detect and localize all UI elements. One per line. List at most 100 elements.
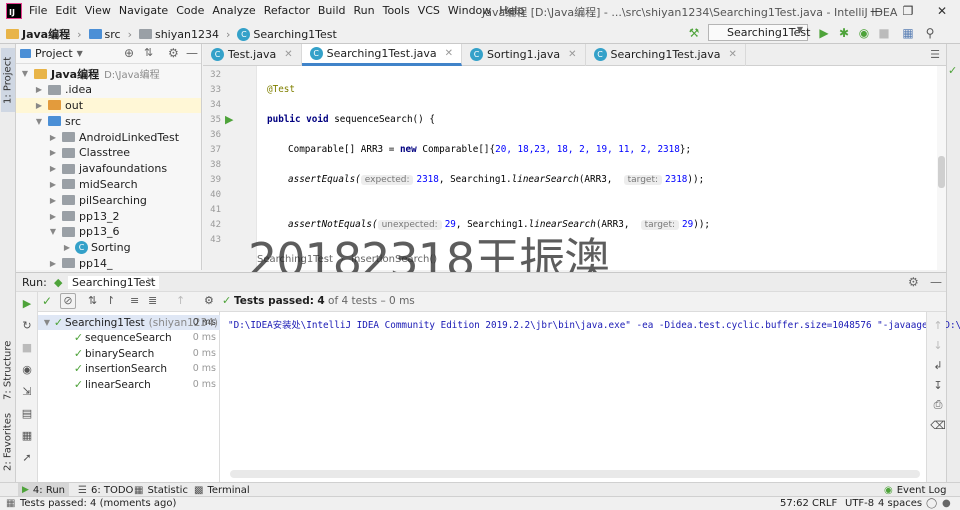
breadcrumb-src[interactable]: src bbox=[105, 28, 121, 41]
print-icon[interactable]: ⎙ bbox=[931, 398, 945, 412]
console-output[interactable]: "D:\IDEA安装处\IntelliJ IDEA Community Edit… bbox=[220, 312, 960, 482]
debug-icon[interactable]: ✱ bbox=[836, 25, 852, 41]
run-configuration-select[interactable]: Searching1Test ▼ bbox=[708, 24, 810, 41]
pin-icon[interactable]: ➚ bbox=[20, 450, 34, 464]
stop-icon[interactable]: ■ bbox=[20, 340, 34, 354]
scrollbar-thumb[interactable] bbox=[938, 156, 945, 188]
tree-item[interactable]: ▶ out bbox=[16, 97, 201, 114]
tree-item[interactable]: ▶ pp14_ bbox=[16, 256, 201, 272]
previous-failed-icon[interactable]: ↑ bbox=[176, 294, 185, 307]
close-icon[interactable]: ✕ bbox=[284, 49, 292, 60]
maximize-icon[interactable]: ❐ bbox=[894, 2, 922, 20]
indent-setting[interactable]: 4 spaces bbox=[878, 498, 922, 509]
tree-item[interactable]: ▶ AndroidLinkedTest bbox=[16, 129, 201, 145]
caret-position[interactable]: 57:62 bbox=[780, 498, 809, 509]
stop-icon[interactable]: ■ bbox=[876, 25, 892, 41]
test-row[interactable]: ✓ insertionSearch 0 ms bbox=[38, 361, 220, 376]
editor-scrollbar[interactable] bbox=[937, 66, 946, 270]
layout-icon[interactable]: ▦ bbox=[20, 428, 34, 442]
import-icon[interactable]: ▤ bbox=[20, 406, 34, 420]
test-row[interactable]: ✓ binarySearch 0 ms bbox=[38, 346, 220, 361]
tree-item[interactable]: ▶ Classtree bbox=[16, 145, 201, 161]
project-structure-icon[interactable]: ▦ bbox=[900, 25, 916, 41]
console-horizontal-scrollbar[interactable] bbox=[230, 470, 920, 478]
toolwindow-event-log[interactable]: ◉ Event Log bbox=[880, 483, 950, 497]
file-encoding[interactable]: UTF-8 bbox=[845, 498, 874, 509]
menu-file[interactable]: File bbox=[29, 4, 47, 17]
hide-icon[interactable]: — bbox=[930, 275, 942, 289]
scroll-to-end-icon[interactable]: ↧ bbox=[931, 378, 945, 392]
toolwindow-terminal[interactable]: ▩ Terminal bbox=[190, 483, 254, 497]
menu-navigate[interactable]: Navigate bbox=[119, 4, 168, 17]
minimize-icon[interactable]: — bbox=[862, 2, 890, 20]
sort-alpha-icon[interactable]: ⇅ bbox=[88, 294, 97, 307]
test-row[interactable]: ✓ sequenceSearch 0 ms bbox=[38, 330, 220, 345]
line-separator[interactable]: CRLF bbox=[812, 498, 837, 509]
tree-item[interactable]: ▶ .idea bbox=[16, 82, 201, 98]
run-icon[interactable]: ▶ bbox=[816, 25, 832, 41]
tree-item[interactable]: ▶ pilSearching bbox=[16, 192, 201, 208]
tree-item[interactable]: ▶ javafoundations bbox=[16, 161, 201, 177]
collapse-all-icon[interactable]: ⇅ bbox=[144, 46, 153, 59]
tab-test-java[interactable]: C Test.java ✕ bbox=[203, 43, 302, 66]
up-arrow-icon[interactable]: ↑ bbox=[931, 318, 945, 332]
gear-icon[interactable]: ⚙ bbox=[168, 46, 179, 60]
build-hammer-icon[interactable]: ⚒ bbox=[686, 25, 702, 41]
menu-view[interactable]: View bbox=[85, 4, 111, 17]
gear-icon[interactable]: ⚙ bbox=[908, 275, 919, 289]
run-test-gutter-icon[interactable]: ▶ bbox=[225, 113, 233, 126]
tree-item[interactable]: ▶ midSearch bbox=[16, 177, 201, 193]
status-icon[interactable]: ▦ bbox=[6, 498, 15, 509]
search-icon[interactable]: ⚲ bbox=[922, 25, 938, 41]
close-icon[interactable]: ✕ bbox=[445, 48, 453, 59]
lock-icon[interactable]: ◯ bbox=[926, 498, 937, 509]
tab-searching1test-java-2[interactable]: C Searching1Test.java ✕ bbox=[586, 43, 746, 66]
close-icon[interactable]: ✕ bbox=[146, 276, 154, 287]
toolwindow-run[interactable]: ▶ 4: Run bbox=[18, 483, 70, 497]
menu-run[interactable]: Run bbox=[354, 4, 375, 17]
tab-sorting1-java[interactable]: C Sorting1.java ✕ bbox=[462, 43, 586, 66]
close-icon[interactable]: ✕ bbox=[568, 49, 576, 60]
menu-tools[interactable]: Tools bbox=[383, 4, 410, 17]
collapse-all-icon[interactable]: ≣ bbox=[148, 294, 157, 307]
tree-item[interactable]: ▼ pp13_6 bbox=[16, 224, 201, 240]
menu-refactor[interactable]: Refactor bbox=[264, 4, 310, 17]
sort-duration-icon[interactable]: ↾ bbox=[106, 294, 115, 307]
coverage-icon[interactable]: ◉ bbox=[856, 25, 872, 41]
breadcrumb-file[interactable]: Searching1Test bbox=[253, 28, 336, 41]
project-view-select[interactable]: Project bbox=[35, 47, 73, 60]
show-passed-icon[interactable]: ✓ bbox=[42, 294, 52, 308]
chevron-down-icon[interactable]: ▼ bbox=[77, 49, 83, 58]
toolwindow-statistic[interactable]: ▦ Statistic bbox=[130, 483, 192, 497]
tree-item[interactable]: ▼ src bbox=[16, 113, 201, 129]
test-row[interactable]: ✓ linearSearch 0 ms bbox=[38, 377, 220, 392]
tool-tab-structure[interactable]: 7: Structure bbox=[1, 340, 15, 400]
show-ignored-icon[interactable]: ⊘ bbox=[60, 293, 76, 309]
close-icon[interactable]: ✕ bbox=[928, 2, 956, 20]
menu-code[interactable]: Code bbox=[176, 4, 204, 17]
toolwindow-todo[interactable]: ☰ 6: TODO bbox=[74, 483, 137, 497]
tab-searching1test-java[interactable]: C Searching1Test.java ✕ bbox=[301, 43, 463, 66]
tree-item[interactable]: ▶ pp13_2 bbox=[16, 208, 201, 224]
tool-tab-favorites[interactable]: 2: Favorites bbox=[1, 412, 15, 472]
test-suite-row[interactable]: ▼ ✓ Searching1Test (shiyan1234) 0 ms bbox=[38, 315, 220, 330]
status-message[interactable]: Tests passed: 4 (moments ago) bbox=[20, 498, 176, 509]
down-arrow-icon[interactable]: ↓ bbox=[931, 338, 945, 352]
export-icon[interactable]: ⇲ bbox=[20, 384, 34, 398]
camera-icon[interactable]: ◉ bbox=[20, 362, 34, 376]
menu-analyze[interactable]: Analyze bbox=[212, 4, 255, 17]
notification-icon[interactable]: ● bbox=[942, 498, 951, 509]
tree-item[interactable]: ▶ C Sorting bbox=[16, 240, 201, 256]
breadcrumb-project[interactable]: Java编程 bbox=[22, 26, 70, 42]
menu-build[interactable]: Build bbox=[318, 4, 346, 17]
breadcrumb-package[interactable]: shiyan1234 bbox=[155, 28, 219, 41]
trash-icon[interactable]: ⌫ bbox=[930, 418, 946, 432]
tab-list-icon[interactable]: ☰ bbox=[930, 48, 940, 61]
menu-edit[interactable]: Edit bbox=[55, 4, 76, 17]
menu-vcs[interactable]: VCS bbox=[418, 4, 440, 17]
soft-wrap-icon[interactable]: ↲ bbox=[931, 358, 945, 372]
rerun-icon[interactable]: ▶ bbox=[20, 296, 34, 310]
close-icon[interactable]: ✕ bbox=[729, 49, 737, 60]
hide-icon[interactable]: — bbox=[186, 46, 198, 60]
tool-tab-project[interactable]: 1: Project bbox=[1, 48, 15, 112]
